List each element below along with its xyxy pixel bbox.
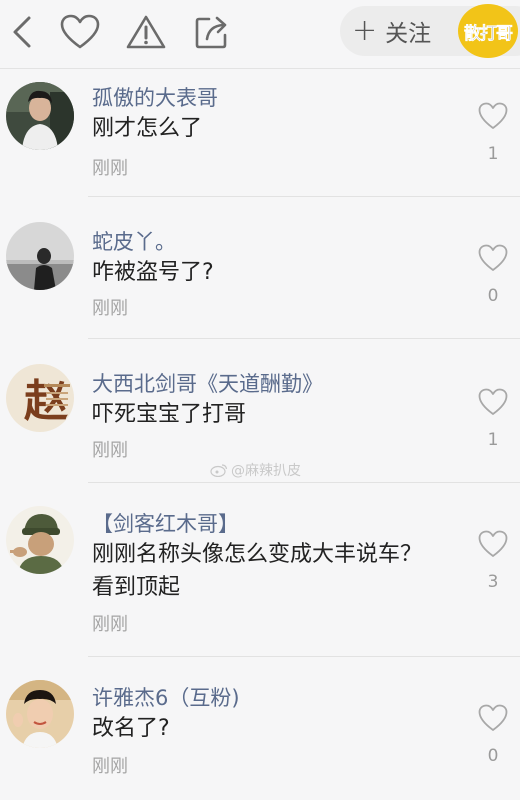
comment-username[interactable]: 蛇皮丫。 xyxy=(92,226,176,256)
row-divider xyxy=(88,482,520,483)
comment-text: 改名了? xyxy=(92,716,170,741)
comment-time: 刚刚 xyxy=(92,756,128,777)
share-icon[interactable] xyxy=(190,10,234,54)
comment-username[interactable]: 孤傲的大表哥 xyxy=(92,82,218,112)
user-avatar[interactable] xyxy=(6,680,74,748)
like-control[interactable]: 0 xyxy=(477,244,509,306)
comment-username[interactable]: 【剑客红木哥】 xyxy=(92,508,239,538)
like-count: 0 xyxy=(487,746,499,766)
like-count: 1 xyxy=(487,144,499,164)
user-avatar[interactable]: 赵 xyxy=(6,364,74,432)
like-heart-icon[interactable] xyxy=(478,102,508,130)
plus-icon: + xyxy=(352,13,378,48)
like-count: 1 xyxy=(487,430,499,450)
row-divider xyxy=(88,196,520,197)
comment-time: 刚刚 xyxy=(92,298,128,319)
comment-text: 吓死宝宝了打哥 xyxy=(92,402,247,427)
brand-avatar[interactable]: 散打哥 xyxy=(458,4,518,58)
comment-time: 刚刚 xyxy=(92,440,128,461)
like-control[interactable]: 1 xyxy=(477,102,509,164)
watermark-text: @麻辣扒皮 xyxy=(231,463,301,479)
follow-button[interactable]: + 关注 xyxy=(352,12,431,50)
comment-username[interactable]: 大西北剑哥《天道酬勤》 xyxy=(92,368,323,398)
row-divider xyxy=(88,656,520,657)
like-control[interactable]: 3 xyxy=(477,530,509,592)
like-count: 3 xyxy=(487,572,499,592)
comment-text: 刚才怎么了 xyxy=(92,116,203,141)
comment-time: 刚刚 xyxy=(92,614,128,635)
brand-text: 散打哥 xyxy=(464,23,514,44)
comment-username[interactable]: 许雅杰6（互粉) xyxy=(92,682,240,712)
like-heart-icon[interactable] xyxy=(478,530,508,558)
row-divider xyxy=(88,338,520,339)
avatar-glyph: 赵 xyxy=(24,376,68,427)
user-avatar[interactable] xyxy=(6,506,74,574)
like-control[interactable]: 0 xyxy=(477,704,509,766)
watermark: @麻辣扒皮 xyxy=(210,460,301,480)
like-heart-icon[interactable] xyxy=(478,244,508,272)
toolbar-divider xyxy=(0,68,520,69)
comment-page: + 关注 散打哥 孤傲的大表哥 刚才怎么了 刚刚 1 蛇皮丫。 咋被盗号了? 刚… xyxy=(0,0,520,800)
comment-time: 刚刚 xyxy=(92,158,128,179)
comment-text: 刚刚名称头像怎么变成大丰说车？看到顶起 xyxy=(92,542,423,600)
favorite-heart-icon[interactable] xyxy=(58,10,102,54)
follow-label: 关注 xyxy=(385,21,432,47)
user-avatar[interactable] xyxy=(6,222,74,290)
user-avatar[interactable] xyxy=(6,82,74,150)
top-toolbar: + 关注 散打哥 xyxy=(0,0,520,64)
back-icon[interactable] xyxy=(0,10,44,54)
weibo-icon xyxy=(210,464,228,477)
report-warning-icon[interactable] xyxy=(124,10,168,54)
like-heart-icon[interactable] xyxy=(478,704,508,732)
like-count: 0 xyxy=(487,286,499,306)
like-heart-icon[interactable] xyxy=(478,388,508,416)
comment-text: 咋被盗号了? xyxy=(92,260,214,285)
like-control[interactable]: 1 xyxy=(477,388,509,450)
